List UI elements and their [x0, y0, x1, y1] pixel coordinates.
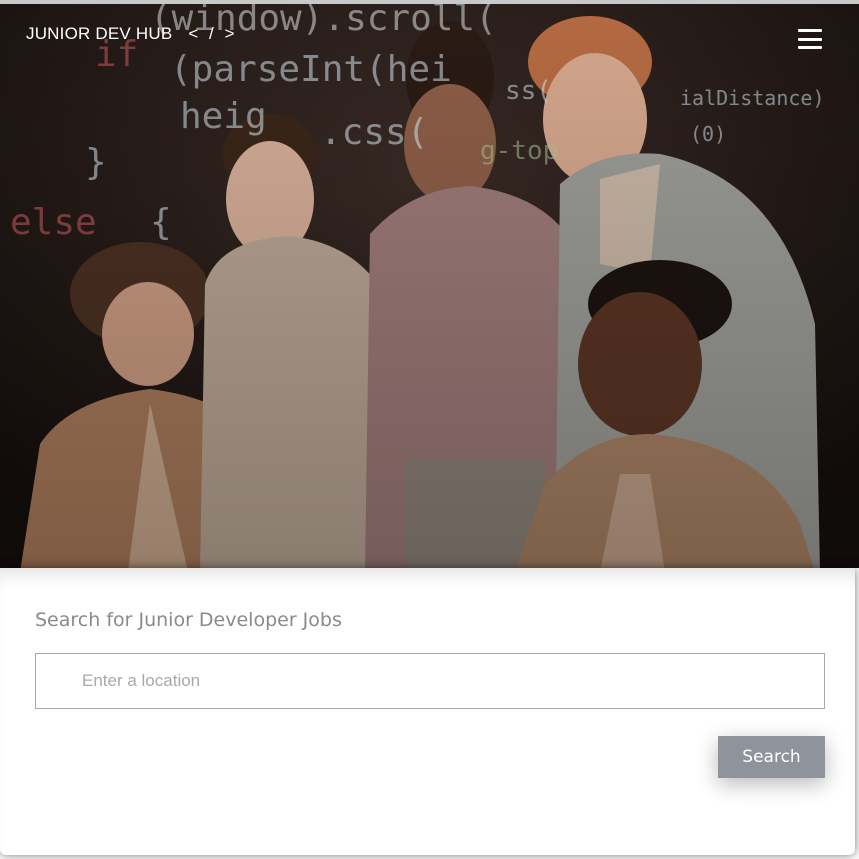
menu-bar: [798, 37, 822, 41]
brand-logo[interactable]: JUNIOR DEV HUB < / >: [26, 24, 237, 44]
job-search-panel: Search for Junior Developer Jobs Search: [0, 568, 855, 855]
search-heading: Search for Junior Developer Jobs: [35, 609, 342, 631]
location-input[interactable]: [35, 653, 825, 709]
background-code-text: (0): [690, 122, 727, 146]
menu-bar: [798, 29, 822, 32]
background-code-text: (parseInt(hei: [170, 49, 452, 90]
background-code-text: else: [10, 202, 97, 243]
hero-banner: (window).scroll( if (parseInt(hei heig .…: [0, 0, 859, 568]
background-code-text: }: [85, 142, 107, 183]
background-code-text: ialDistance): [680, 86, 825, 110]
brand-name: JUNIOR DEV HUB: [26, 24, 173, 43]
background-code-text: .css(: [320, 112, 429, 153]
background-code-text: g-top: [480, 136, 559, 166]
code-brackets-icon: < / >: [188, 24, 238, 43]
background-code-text: {: [150, 202, 172, 243]
background-code-text: heig: [180, 96, 267, 137]
menu-bar: [798, 46, 822, 49]
background-code-text: ss(: [505, 76, 552, 106]
hamburger-menu-icon[interactable]: [796, 28, 824, 50]
search-button[interactable]: Search: [718, 736, 825, 778]
